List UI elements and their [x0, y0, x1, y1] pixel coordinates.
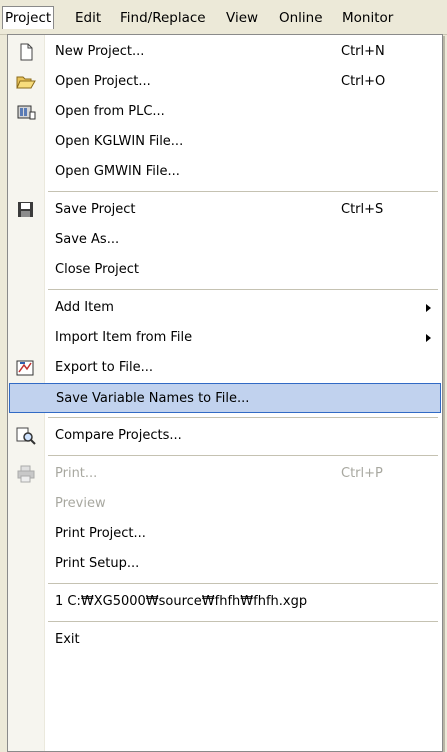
menu-online[interactable]: Online — [277, 8, 325, 28]
menu-item-new-project[interactable]: New Project... Ctrl+N — [8, 37, 442, 67]
menu-item-save-variable-names[interactable]: Save Variable Names to File... — [9, 383, 441, 413]
printer-icon — [16, 465, 36, 483]
menu-item-preview[interactable]: Preview — [8, 489, 442, 519]
menu-bar: Project Edit Find/Replace View Online Mo… — [0, 0, 447, 35]
project-dropdown-menu: New Project... Ctrl+N Open Project... Ct… — [7, 34, 443, 752]
menu-monitor[interactable]: Monitor — [340, 8, 395, 28]
save-disk-icon — [16, 201, 36, 219]
menu-find-replace[interactable]: Find/Replace — [118, 8, 208, 28]
menu-item-export-to-file[interactable]: Export to File... — [8, 353, 442, 383]
menu-item-add-item[interactable]: Add Item — [8, 293, 442, 323]
compare-magnifier-icon — [16, 427, 36, 445]
menu-item-exit[interactable]: Exit — [8, 625, 442, 655]
menu-item-close-project[interactable]: Close Project — [8, 255, 442, 285]
menu-separator — [48, 621, 438, 622]
export-icon — [16, 359, 36, 377]
menu-item-print[interactable]: Print... Ctrl+P — [8, 459, 442, 489]
submenu-arrow-icon — [426, 304, 431, 312]
menu-item-open-from-plc[interactable]: Open from PLC... — [8, 97, 442, 127]
menu-item-save-as[interactable]: Save As... — [8, 225, 442, 255]
open-folder-icon — [16, 73, 36, 91]
menu-item-compare-projects[interactable]: Compare Projects... — [8, 421, 442, 451]
menu-separator — [48, 455, 438, 456]
menu-item-print-project[interactable]: Print Project... — [8, 519, 442, 549]
submenu-arrow-icon — [426, 334, 431, 342]
menu-separator — [48, 417, 438, 418]
menu-item-import-item[interactable]: Import Item from File — [8, 323, 442, 353]
menu-edit[interactable]: Edit — [73, 8, 103, 28]
menu-view[interactable]: View — [224, 8, 260, 28]
menu-item-open-gmwin[interactable]: Open GMWIN File... — [8, 157, 442, 187]
plc-device-icon — [16, 103, 36, 121]
menu-item-open-kglwin[interactable]: Open KGLWIN File... — [8, 127, 442, 157]
menu-item-print-setup[interactable]: Print Setup... — [8, 549, 442, 579]
menu-item-open-project[interactable]: Open Project... Ctrl+O — [8, 67, 442, 97]
menu-separator — [48, 191, 438, 192]
new-document-icon — [16, 43, 36, 61]
menu-separator — [48, 289, 438, 290]
menu-separator — [48, 583, 438, 584]
menu-item-save-project[interactable]: Save Project Ctrl+S — [8, 195, 442, 225]
menu-item-recent-file-1[interactable]: 1 C:₩XG5000₩source₩fhfh₩fhfh.xgp — [8, 587, 442, 617]
menu-project[interactable]: Project — [2, 6, 55, 29]
